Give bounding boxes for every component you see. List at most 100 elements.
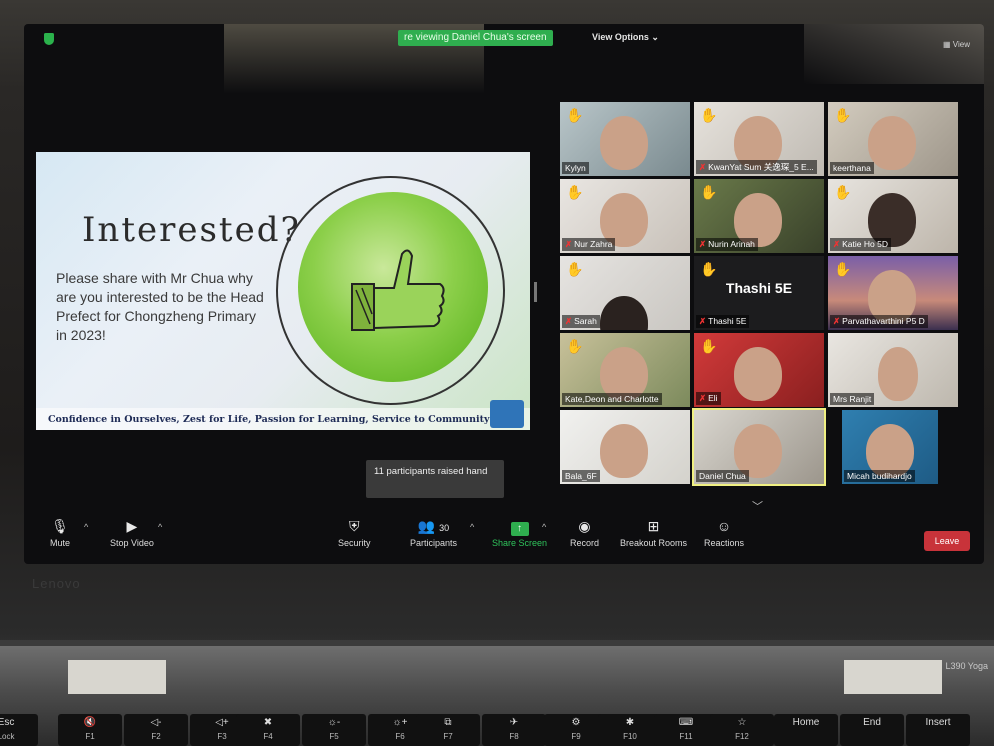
view-options-button[interactable]: View Options ⌄ <box>592 32 659 43</box>
participant-tile[interactable]: ✋ keerthana <box>828 102 958 176</box>
muted-mic-icon: ✗ <box>699 162 707 172</box>
security-label: Security <box>338 538 371 548</box>
participant-name: Micah budihardjo <box>844 470 915 482</box>
key-esc[interactable]: Esc Lock <box>0 714 38 746</box>
muted-mic-icon: ✗ <box>699 393 707 403</box>
raised-hands-tooltip: 11 participants raised hand <box>366 460 504 498</box>
participants-button[interactable]: 👥 30 Participants <box>410 518 457 548</box>
star-icon: ☆ <box>737 717 747 728</box>
key-sublabel: Lock <box>0 732 15 741</box>
key-f12[interactable]: ☆ F12 <box>710 714 774 746</box>
chevron-up-icon[interactable]: ^ <box>542 522 546 532</box>
participant-video <box>734 347 782 401</box>
raised-hand-icon: ✋ <box>566 184 584 200</box>
share-screen-button[interactable]: ↑ Share Screen <box>492 518 547 548</box>
participant-name: ✗ Eli <box>696 392 721 405</box>
participant-name: Kate,Deon and Charlotte <box>562 393 662 405</box>
key-end[interactable]: End <box>840 714 904 746</box>
settings-icon: ⚙ <box>571 717 581 728</box>
raised-hand-icon: ✋ <box>700 184 718 200</box>
key-f11[interactable]: ⌨ F11 <box>654 714 718 746</box>
raised-hand-icon: ✋ <box>566 107 584 123</box>
reactions-label: Reactions <box>704 538 745 548</box>
key-f5[interactable]: ☼- F5 <box>302 714 366 746</box>
muted-mic-icon: ✗ <box>565 239 573 249</box>
key-f4[interactable]: ✖ F4 <box>236 714 300 746</box>
people-icon: 👥 30 <box>417 518 450 534</box>
raised-hand-icon: ✋ <box>566 261 584 277</box>
participant-tile[interactable]: Micah budihardjo <box>842 410 938 484</box>
participant-tile[interactable]: Mrs Ranjit <box>828 333 958 407</box>
shield-icon[interactable] <box>44 33 54 45</box>
muted-mic-icon: ✗ <box>565 316 573 326</box>
participant-tile[interactable]: ✋ ✗ Eli <box>694 333 824 407</box>
participant-tile[interactable]: ✋ ✗ KwanYat Sum 关逸琛_5 E... <box>694 102 824 176</box>
participant-tile[interactable]: ✋ Kate,Deon and Charlotte <box>560 333 690 407</box>
participant-tile-active-speaker[interactable]: Daniel Chua <box>692 408 826 486</box>
split-resize-handle[interactable] <box>534 282 537 302</box>
muted-mic-icon: ✗ <box>833 239 841 249</box>
thumbs-up-icon <box>351 249 445 331</box>
participant-name: ✗ Sarah <box>562 315 600 328</box>
participant-name: ✗ Katie Ho 5D <box>830 238 891 251</box>
display-icon: ⧉ <box>444 717 452 728</box>
record-label: Record <box>570 538 600 548</box>
mute-label: Mute <box>50 538 71 548</box>
mute-button[interactable]: 🎙 Mute <box>50 518 70 548</box>
key-insert[interactable]: Insert <box>906 714 970 746</box>
key-f1[interactable]: 🔇 F1 <box>58 714 122 746</box>
keyboard-icon: ⌨ <box>678 717 694 728</box>
leave-button[interactable]: Leave <box>924 531 970 551</box>
participant-tile[interactable]: Bala_6F <box>560 410 690 484</box>
key-label: Home <box>792 717 820 728</box>
key-label: End <box>863 717 881 728</box>
breakout-rooms-button[interactable]: ⊞ Breakout Rooms <box>620 518 687 548</box>
key-label: Esc <box>0 717 15 728</box>
chevron-down-icon[interactable]: ﹀ <box>752 498 763 514</box>
security-button[interactable]: ⛨ Security <box>338 518 371 548</box>
reactions-button[interactable]: ☺ Reactions <box>704 518 744 548</box>
record-button[interactable]: ◉ Record <box>570 518 599 548</box>
meeting-top-bar: re viewing Daniel Chua's screen View Opt… <box>24 24 984 52</box>
chevron-up-icon[interactable]: ^ <box>470 522 474 532</box>
participant-tile[interactable]: ✋ ✗ Nurin Arinah <box>694 179 824 253</box>
volume-up-icon: ◁+ <box>215 717 229 728</box>
view-label: View <box>952 40 970 49</box>
participant-tile[interactable]: ✋ Thashi 5E ✗ Thashi 5E <box>694 256 824 330</box>
key-sublabel: F8 <box>509 732 519 741</box>
key-home[interactable]: Home <box>774 714 838 746</box>
mic-mute-icon: ✖ <box>263 717 273 728</box>
muted-mic-icon: ✗ <box>833 316 841 326</box>
key-sublabel: F4 <box>263 732 273 741</box>
raised-hand-icon: ✋ <box>834 261 852 277</box>
school-crest-logo <box>490 400 524 428</box>
bluetooth-icon: ✱ <box>625 717 635 728</box>
chevron-up-icon[interactable]: ^ <box>158 522 162 532</box>
view-button[interactable]: ▦ View <box>943 40 970 49</box>
key-f8[interactable]: ✈ F8 <box>482 714 546 746</box>
key-sublabel: F11 <box>679 732 693 741</box>
key-f2[interactable]: ◁- F2 <box>124 714 188 746</box>
participant-tile[interactable]: ✋ ✗ Nur Zahra <box>560 179 690 253</box>
participant-name: ✗ Thashi 5E <box>696 315 750 328</box>
viewing-banner: re viewing Daniel Chua's screen <box>398 30 553 46</box>
participant-count: 30 <box>439 523 450 533</box>
share-screen-label: Share Screen <box>492 538 548 548</box>
hinge-pad-right <box>844 660 942 694</box>
key-sublabel: F7 <box>443 732 453 741</box>
key-f7[interactable]: ⧉ F7 <box>416 714 480 746</box>
participant-tile[interactable]: ✋ ✗ Sarah <box>560 256 690 330</box>
participant-tile[interactable]: ✋ ✗ Katie Ho 5D <box>828 179 958 253</box>
slide-body: Please share with Mr Chua why are you in… <box>56 270 264 343</box>
stop-video-button[interactable]: ▶ Stop Video <box>110 518 154 548</box>
chevron-up-icon[interactable]: ^ <box>84 522 88 532</box>
participant-tile[interactable]: ✋ ✗ Parvathavarthini P5 D <box>828 256 958 330</box>
mute-icon: 🔇 <box>83 717 97 728</box>
key-f10[interactable]: ✱ F10 <box>598 714 662 746</box>
participant-name-placeholder: Thashi 5E <box>725 280 793 296</box>
laptop-model-label: L390 Yoga <box>945 661 988 671</box>
participant-name: ✗ Parvathavarthini P5 D <box>830 315 928 328</box>
participant-tile[interactable]: ✋ Kylyn <box>560 102 690 176</box>
grid-icon: ⊞ <box>647 518 660 534</box>
participant-name: keerthana <box>830 162 874 174</box>
